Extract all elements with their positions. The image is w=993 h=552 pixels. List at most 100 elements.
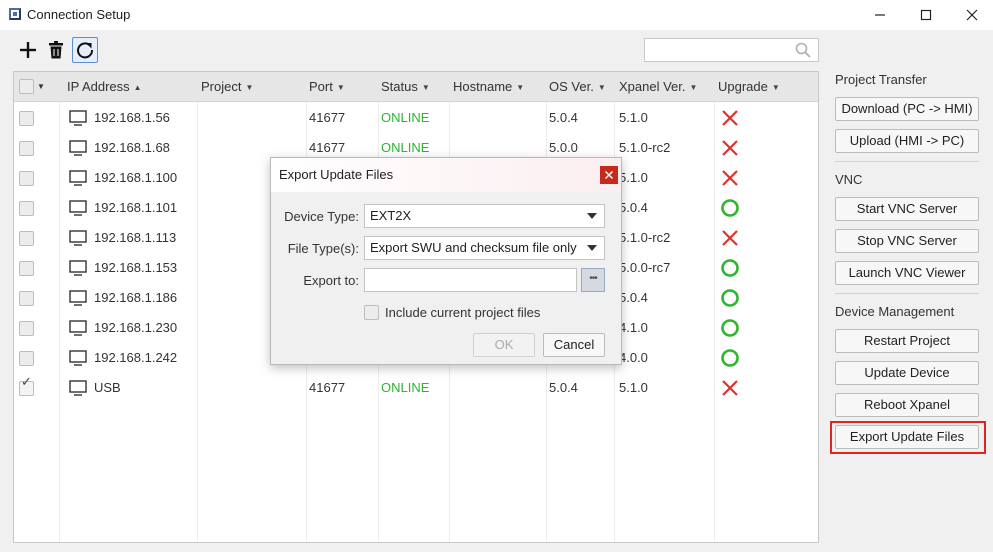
- update-device-button[interactable]: Update Device: [835, 361, 979, 385]
- upgrade-available-icon: [721, 259, 739, 277]
- monitor-icon: [69, 140, 87, 156]
- cell-ip: 192.168.1.100: [94, 170, 178, 185]
- upload-button[interactable]: Upload (HMI -> PC): [835, 129, 979, 153]
- export-update-files-dialog: Export Update Files Device Type: EXT2X F…: [270, 157, 622, 365]
- include-project-files-checkbox[interactable]: [364, 305, 379, 320]
- column-ip-address[interactable]: IP Address ▲: [60, 72, 142, 102]
- start-vnc-button[interactable]: Start VNC Server: [835, 197, 979, 221]
- device-management-label: Device Management: [835, 304, 955, 319]
- refresh-icon: [77, 42, 94, 59]
- monitor-icon: [69, 290, 87, 306]
- row-checkbox[interactable]: [19, 201, 34, 216]
- select-all-menu[interactable]: ▼: [34, 72, 45, 102]
- row-checkbox[interactable]: [19, 171, 34, 186]
- highlight-box: [830, 421, 986, 454]
- cell-xpanel: 5.0.0-rc7: [619, 260, 671, 275]
- cell-xpanel: 5.1.0-rc2: [619, 230, 671, 245]
- monitor-icon: [69, 350, 87, 366]
- cell-ip: 192.168.1.242: [94, 350, 178, 365]
- cell-xpanel: 5.1.0: [619, 380, 648, 395]
- row-checkbox[interactable]: [19, 374, 34, 396]
- search-icon: [795, 42, 811, 58]
- close-icon: [605, 171, 613, 179]
- dialog-close-button[interactable]: [600, 166, 618, 184]
- column-port[interactable]: Port ▼: [302, 72, 345, 102]
- ok-button[interactable]: OK: [473, 333, 535, 357]
- export-to-input[interactable]: [364, 268, 577, 292]
- monitor-icon: [69, 380, 87, 396]
- refresh-button[interactable]: [72, 37, 98, 63]
- row-checkbox[interactable]: [19, 351, 34, 366]
- upgrade-available-icon: [721, 319, 739, 337]
- delete-button[interactable]: [43, 37, 69, 63]
- minimize-button[interactable]: [857, 0, 903, 30]
- table-row[interactable]: 192.168.1.56 41677 ONLINE 5.0.4 5.1.0: [14, 103, 818, 133]
- cell-xpanel: 5.1.0: [619, 170, 648, 185]
- monitor-icon: [69, 260, 87, 276]
- table-row[interactable]: USB 41677 ONLINE 5.0.4 5.1.0: [14, 373, 818, 403]
- row-checkbox[interactable]: [19, 321, 34, 336]
- app-icon: [9, 8, 21, 20]
- title-bar: Connection Setup: [0, 0, 993, 30]
- device-type-value: EXT2X: [370, 208, 412, 223]
- cell-ip: 192.168.1.186: [94, 290, 178, 305]
- monitor-icon: [69, 320, 87, 336]
- maximize-button[interactable]: [903, 0, 949, 30]
- upgrade-unavailable-icon: [722, 110, 738, 126]
- trash-icon: [49, 41, 63, 59]
- cell-ip: 192.168.1.68: [94, 140, 170, 155]
- column-upgrade[interactable]: Upgrade ▼: [711, 72, 780, 102]
- launch-vnc-viewer-button[interactable]: Launch VNC Viewer: [835, 261, 979, 285]
- close-button[interactable]: [949, 0, 993, 30]
- column-status[interactable]: Status ▼: [374, 72, 430, 102]
- main-area: ▼ IP Address ▲ Project ▼ Port ▼ Status ▼ Hos…: [0, 30, 993, 552]
- divider: [835, 293, 979, 294]
- select-all-checkbox[interactable]: [19, 79, 34, 94]
- minimize-icon: [875, 14, 885, 16]
- add-button[interactable]: [15, 37, 41, 63]
- chevron-down-icon: [587, 213, 597, 219]
- monitor-icon: [69, 200, 87, 216]
- column-hostname[interactable]: Hostname ▼: [446, 72, 524, 102]
- search-input[interactable]: [644, 38, 819, 62]
- close-icon: [966, 9, 978, 21]
- cell-xpanel: 5.0.4: [619, 290, 648, 305]
- upgrade-unavailable-icon: [722, 140, 738, 156]
- row-checkbox[interactable]: [19, 111, 34, 126]
- column-os-ver[interactable]: OS Ver. ▼: [542, 72, 606, 102]
- stop-vnc-button[interactable]: Stop VNC Server: [835, 229, 979, 253]
- cell-ip: 192.168.1.153: [94, 260, 178, 275]
- row-checkbox[interactable]: [19, 231, 34, 246]
- download-button[interactable]: Download (PC -> HMI): [835, 97, 979, 121]
- include-project-files-label: Include current project files: [385, 305, 541, 320]
- cell-ip: USB: [94, 380, 121, 395]
- restart-project-button[interactable]: Restart Project: [835, 329, 979, 353]
- browse-button[interactable]: •••: [581, 268, 605, 292]
- cell-os: 5.0.4: [549, 110, 578, 125]
- reboot-xpanel-button[interactable]: Reboot Xpanel: [835, 393, 979, 417]
- file-types-select[interactable]: Export SWU and checksum file only: [364, 236, 605, 260]
- upgrade-unavailable-icon: [722, 230, 738, 246]
- column-xpanel-ver[interactable]: Xpanel Ver. ▼: [612, 72, 697, 102]
- vnc-label: VNC: [835, 172, 863, 187]
- monitor-icon: [69, 110, 87, 126]
- row-checkbox[interactable]: [19, 291, 34, 306]
- dialog-title-bar: Export Update Files: [271, 158, 621, 192]
- chevron-down-icon: [587, 245, 597, 251]
- row-checkbox[interactable]: [19, 141, 34, 156]
- row-checkbox[interactable]: [19, 261, 34, 276]
- device-type-label: Device Type:: [284, 209, 359, 224]
- table-header: ▼ IP Address ▲ Project ▼ Port ▼ Status ▼ Hos…: [14, 72, 818, 102]
- upgrade-unavailable-icon: [722, 170, 738, 186]
- cell-os: 5.0.4: [549, 380, 578, 395]
- upgrade-available-icon: [721, 289, 739, 307]
- column-project[interactable]: Project ▼: [194, 72, 253, 102]
- file-types-label: File Type(s):: [287, 241, 359, 256]
- cell-xpanel: 5.0.4: [619, 200, 648, 215]
- cell-ip: 192.168.1.230: [94, 320, 178, 335]
- divider: [835, 161, 979, 162]
- device-type-select[interactable]: EXT2X: [364, 204, 605, 228]
- cell-ip: 192.168.1.101: [94, 200, 178, 215]
- cancel-button[interactable]: Cancel: [543, 333, 605, 357]
- cell-status: ONLINE: [381, 380, 430, 395]
